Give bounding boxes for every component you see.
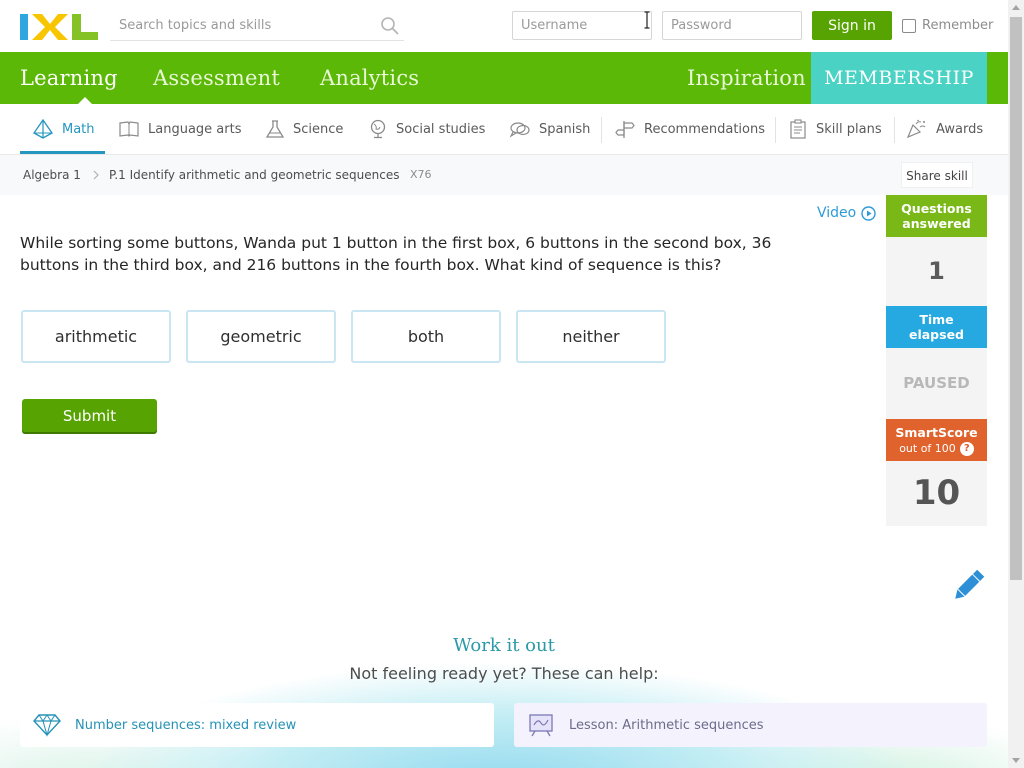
main-nav: Learning Assessment Analytics Inspiratio… [0, 52, 1008, 104]
question-text: While sorting some buttons, Wanda put 1 … [20, 234, 772, 274]
top-bar: Sign in Remember [0, 0, 1008, 52]
choice-neither[interactable]: neither [516, 310, 666, 363]
work-it-out-subtitle: Not feeling ready yet? These can help: [349, 664, 659, 683]
nav-separator [775, 117, 776, 143]
nav-assessment[interactable]: Assessment [153, 52, 280, 104]
tab-language-arts[interactable]: Language arts [118, 104, 241, 154]
tab-math[interactable]: Math [20, 104, 105, 154]
tab-science[interactable]: Science [265, 104, 343, 154]
play-circle-icon [861, 205, 876, 221]
speech-icon [509, 122, 530, 138]
search-box [110, 11, 404, 41]
breadcrumb: Algebra 1 P.1 Identify arithmetic and ge… [0, 155, 1008, 195]
nav-learning-label: Learning [20, 66, 118, 90]
help-card-number-sequences[interactable]: Number sequences: mixed review [20, 703, 494, 747]
scrollbar[interactable] [1008, 0, 1024, 768]
sign-in-button[interactable]: Sign in [812, 11, 892, 40]
subject-nav: Math Language arts Science Social studie… [0, 104, 1008, 155]
time-elapsed-value: PAUSED [886, 348, 987, 419]
help-card-label: Lesson: Arithmetic sequences [569, 717, 764, 733]
smartscore-label: SmartScore [895, 425, 978, 440]
nav-analytics[interactable]: Analytics [320, 52, 419, 104]
time-label-line2: elapsed [908, 327, 964, 342]
tab-social-studies[interactable]: Social studies [368, 104, 485, 154]
nav-inspiration[interactable]: Inspiration [687, 52, 806, 104]
text-cursor-icon [644, 11, 650, 29]
tab-social-studies-label: Social studies [396, 121, 486, 137]
questions-answered-value: 1 [886, 237, 987, 306]
video-label: Video [817, 205, 857, 221]
book-icon [119, 121, 139, 137]
smartscore-value: 10 [886, 461, 987, 526]
tab-recommendations[interactable]: Recommendations [614, 104, 765, 154]
choice-arithmetic[interactable]: arithmetic [21, 310, 171, 363]
tab-math-label: Math [62, 121, 95, 137]
stats-panel: Questions answered 1 Time elapsed PAUSED… [886, 195, 987, 526]
nav-separator [601, 117, 602, 143]
ixl-logo[interactable] [20, 12, 100, 42]
nav-separator [894, 117, 895, 143]
tab-spanish[interactable]: Spanish [509, 104, 590, 154]
submit-button[interactable]: Submit [22, 399, 157, 432]
breadcrumb-skill: P.1 Identify arithmetic and geometric se… [109, 168, 400, 182]
tab-science-label: Science [293, 121, 344, 137]
tab-language-arts-label: Language arts [148, 121, 242, 137]
globe-icon [370, 119, 386, 139]
questions-label-line2: answered [902, 216, 971, 231]
scroll-down-arrow-icon[interactable] [1012, 758, 1020, 763]
help-card-label: Number sequences: mixed review [75, 717, 297, 733]
signpost-icon [615, 121, 635, 138]
diamond-icon [33, 714, 61, 737]
active-caret [78, 97, 92, 104]
work-it-out-title: Work it out [453, 635, 555, 656]
scrollbar-thumb[interactable] [1010, 17, 1022, 580]
chevron-right-icon [93, 170, 99, 180]
tab-awards[interactable]: Awards [906, 104, 983, 154]
search-icon[interactable] [380, 16, 400, 36]
remember-checkbox[interactable]: Remember [902, 18, 993, 33]
tab-skill-plans[interactable]: Skill plans [788, 104, 882, 154]
smartscore-header: SmartScore out of 100 ? [886, 419, 987, 461]
share-skill-button[interactable]: Share skill [901, 162, 973, 188]
flask-icon [265, 120, 285, 138]
clipboard-icon [790, 119, 806, 139]
tab-skill-plans-label: Skill plans [816, 121, 882, 137]
smartscore-subtitle: out of 100 ? [899, 441, 974, 456]
membership-button[interactable]: MEMBERSHIP [811, 52, 987, 104]
nav-learning[interactable]: Learning [20, 52, 118, 104]
questions-label-line1: Questions [901, 201, 972, 216]
choice-both[interactable]: both [351, 310, 501, 363]
smartscore-sub-label: out of 100 [899, 442, 956, 455]
tab-recommendations-label: Recommendations [644, 121, 766, 137]
tab-spanish-label: Spanish [539, 121, 591, 137]
password-input[interactable] [662, 11, 802, 40]
breadcrumb-course[interactable]: Algebra 1 [23, 155, 81, 195]
choice-geometric[interactable]: geometric [186, 310, 336, 363]
confetti-icon [906, 119, 926, 139]
help-card-lesson[interactable]: Lesson: Arithmetic sequences [514, 703, 987, 747]
skill-code: X76 [410, 168, 432, 181]
questions-answered-header: Questions answered [886, 195, 987, 237]
help-icon[interactable]: ? [959, 441, 974, 456]
search-input[interactable] [110, 11, 370, 39]
time-label-line1: Time [919, 312, 954, 327]
tab-awards-label: Awards [936, 121, 984, 137]
pyramid-icon [33, 119, 53, 139]
lesson-board-icon [529, 714, 553, 737]
username-input[interactable] [512, 11, 652, 40]
remember-label: Remember [922, 18, 994, 33]
checkbox-box[interactable] [902, 18, 916, 33]
video-link[interactable]: Video [817, 205, 876, 221]
time-elapsed-header: Time elapsed [886, 306, 987, 348]
scroll-up-arrow-icon[interactable] [1012, 5, 1020, 10]
